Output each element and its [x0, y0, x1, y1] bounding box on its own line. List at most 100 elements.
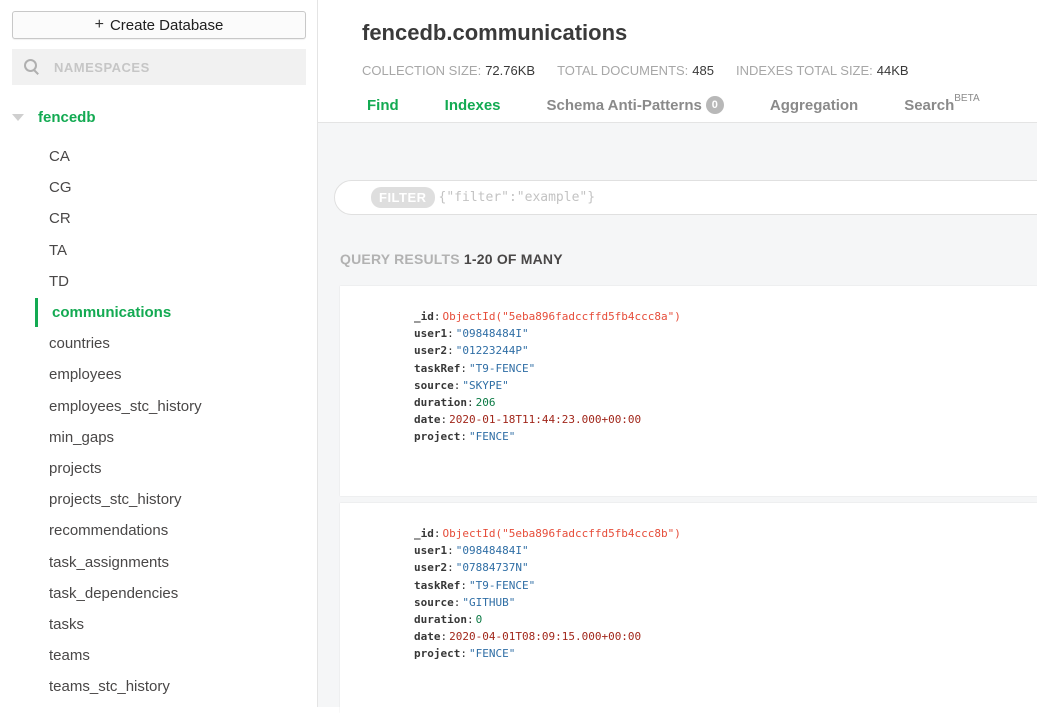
query-results-text: QUERY RESULTS: [340, 251, 460, 267]
collection-item[interactable]: employees: [0, 359, 318, 390]
indexes-size-stat: INDEXES TOTAL SIZE: 44KB: [736, 63, 909, 78]
collection-item[interactable]: employees_stc_history: [0, 391, 318, 422]
field-row: taskRef: "T9-FENCE": [414, 578, 536, 592]
collection-item[interactable]: task_dependencies: [0, 578, 318, 609]
field-row: user2: "01223244P": [414, 344, 529, 358]
field-value[interactable]: "GITHUB": [462, 596, 515, 609]
field-row: date: 2020-04-01T08:09:15.000+00:00: [414, 630, 642, 644]
field-row: taskRef: "T9-FENCE": [414, 361, 536, 375]
field-row: project: "FENCE": [414, 430, 516, 444]
collection-size-value: 72.76KB: [485, 63, 536, 78]
field-value[interactable]: "FENCE": [469, 430, 515, 443]
collection-item-active[interactable]: communications: [0, 297, 318, 328]
tab-aggregation[interactable]: Aggregation: [770, 96, 858, 114]
field-key: user1: [414, 327, 448, 341]
filter-input[interactable]: [438, 190, 739, 205]
namespace-search-input[interactable]: [54, 59, 284, 75]
field-key: taskRef: [414, 361, 461, 375]
total-documents-label: TOTAL DOCUMENTS:: [557, 63, 689, 78]
collection-tabs: Find Indexes Schema Anti-Patterns 0 Aggr…: [367, 92, 1026, 114]
field-value[interactable]: "FENCE": [469, 647, 515, 660]
field-value[interactable]: 206: [476, 396, 496, 409]
collection-item[interactable]: teams: [0, 640, 318, 671]
field-value[interactable]: "07884737N": [456, 561, 529, 574]
field-value[interactable]: "T9-FENCE": [469, 362, 535, 375]
query-results-label: QUERY RESULTS 1-20 OF MANY: [340, 251, 563, 267]
collection-item[interactable]: TD: [0, 266, 318, 297]
document-fields: _id: ObjectId("5eba896fadccffd5fb4ccc8b")…: [414, 525, 681, 663]
document-card[interactable]: _id: ObjectId("5eba896fadccffd5fb4ccc8b")…: [340, 503, 1037, 713]
filter-bar: FILTER: [334, 180, 1037, 215]
field-key: user2: [414, 344, 448, 358]
field-value[interactable]: 0: [476, 613, 483, 626]
field-key: _id: [414, 310, 434, 323]
create-database-button[interactable]: + Create Database: [12, 11, 306, 39]
field-key: duration: [414, 395, 467, 409]
collection-item[interactable]: CR: [0, 203, 318, 234]
field-value[interactable]: ObjectId("5eba896fadccffd5fb4ccc8a"): [443, 310, 681, 323]
plus-icon: +: [94, 16, 104, 33]
collection-item[interactable]: teams_stc_history: [0, 671, 318, 702]
collection-item[interactable]: task_assignments: [0, 546, 318, 577]
document-card[interactable]: _id: ObjectId("5eba896fadccffd5fb4ccc8a")…: [340, 286, 1037, 496]
total-documents-value: 485: [692, 63, 714, 78]
collection-item[interactable]: recommendations: [0, 515, 318, 546]
field-row: duration: 0: [414, 612, 483, 626]
collection-item[interactable]: min_gaps: [0, 422, 318, 453]
indexes-size-value: 44KB: [876, 63, 909, 78]
field-key: taskRef: [414, 578, 461, 592]
sidebar: + Create Database fencedb CA CG CR TA TD…: [0, 0, 318, 707]
field-key: date: [414, 630, 441, 644]
collection-item[interactable]: TA: [0, 235, 318, 266]
field-value[interactable]: ObjectId("5eba896fadccffd5fb4ccc8b"): [443, 527, 681, 540]
collection-item[interactable]: tasks: [0, 609, 318, 640]
database-name: fencedb: [38, 108, 96, 126]
field-row: user1: "09848484I": [414, 327, 529, 341]
field-row: source: "GITHUB": [414, 595, 516, 609]
tab-find[interactable]: Find: [367, 96, 399, 114]
field-row: _id: ObjectId("5eba896fadccffd5fb4ccc8b"): [414, 527, 681, 540]
field-value[interactable]: "T9-FENCE": [469, 579, 535, 592]
field-value[interactable]: "SKYPE": [462, 379, 508, 392]
beta-tag: BETA: [954, 92, 980, 104]
collection-size-stat: COLLECTION SIZE: 72.76KB: [362, 63, 535, 78]
field-row: source: "SKYPE": [414, 378, 509, 392]
main-panel: fencedb.communications COLLECTION SIZE: 7…: [318, 0, 1037, 713]
total-documents-stat: TOTAL DOCUMENTS: 485: [557, 63, 714, 78]
collection-stats: COLLECTION SIZE: 72.76KB TOTAL DOCUMENTS:…: [362, 63, 909, 78]
field-value[interactable]: "09848484I": [456, 327, 529, 340]
field-key: user2: [414, 561, 448, 575]
field-value[interactable]: "09848484I": [456, 544, 529, 557]
tab-indexes[interactable]: Indexes: [445, 96, 501, 114]
field-key: _id: [414, 527, 434, 540]
field-key: source: [414, 378, 454, 392]
collection-header: fencedb.communications COLLECTION SIZE: 7…: [318, 0, 1037, 123]
page-title: fencedb.communications: [362, 20, 628, 45]
field-value[interactable]: 2020-04-01T08:09:15.000+00:00: [449, 630, 641, 643]
collection-list: CA CG CR TA TD communications countries …: [0, 141, 318, 702]
caret-down-icon[interactable]: [12, 113, 24, 121]
tab-schema-anti-patterns-label: Schema Anti-Patterns: [546, 96, 702, 114]
tab-search-label: Search: [904, 96, 955, 114]
field-key: duration: [414, 612, 467, 626]
field-row: _id: ObjectId("5eba896fadccffd5fb4ccc8a"): [414, 310, 681, 323]
filter-label: FILTER: [371, 187, 435, 208]
field-key: project: [414, 430, 461, 444]
field-row: date: 2020-01-18T11:44:23.000+00:00: [414, 413, 642, 427]
field-value[interactable]: "01223244P": [456, 344, 529, 357]
tab-search[interactable]: Search BETA: [904, 92, 980, 114]
tab-schema-anti-patterns[interactable]: Schema Anti-Patterns 0: [547, 96, 724, 114]
collection-item[interactable]: CA: [0, 141, 318, 172]
search-icon: [24, 59, 40, 75]
database-item[interactable]: fencedb: [0, 104, 318, 130]
field-row: project: "FENCE": [414, 647, 516, 661]
field-row: user1: "09848484I": [414, 544, 529, 558]
collection-size-label: COLLECTION SIZE:: [362, 63, 482, 78]
collection-item[interactable]: projects: [0, 453, 318, 484]
collection-item[interactable]: CG: [0, 172, 318, 203]
collection-item[interactable]: projects_stc_history: [0, 484, 318, 515]
field-value[interactable]: 2020-01-18T11:44:23.000+00:00: [449, 413, 641, 426]
query-results-range: 1-20 OF MANY: [463, 251, 563, 267]
namespace-search: [12, 49, 306, 85]
collection-item[interactable]: countries: [0, 328, 318, 359]
